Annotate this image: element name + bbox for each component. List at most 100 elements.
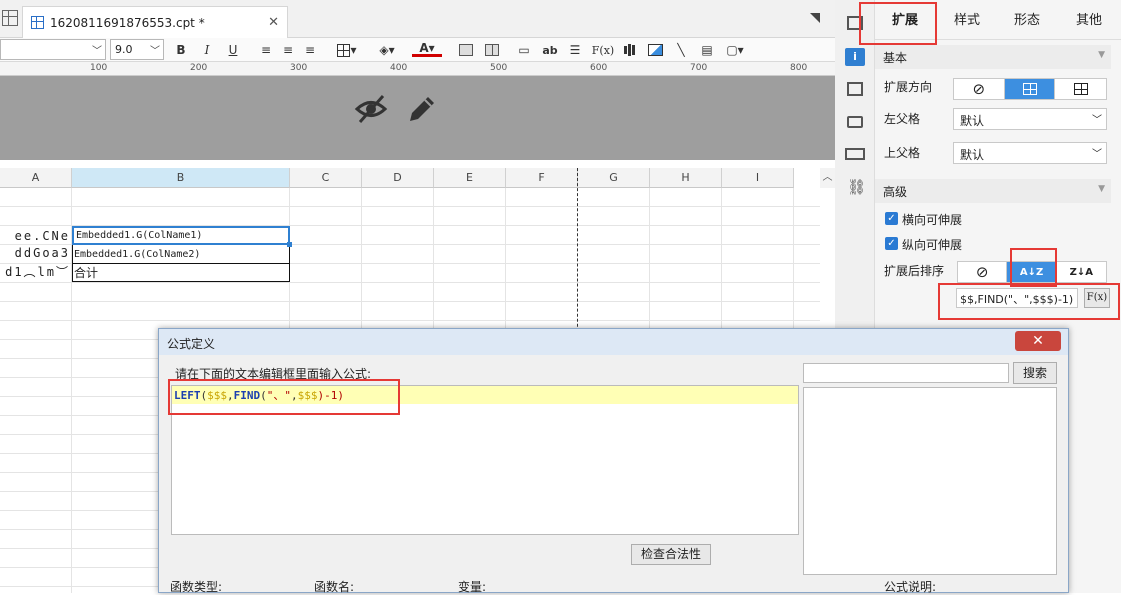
column-header-e[interactable]: E: [434, 168, 506, 188]
tab-menu-icon[interactable]: [810, 12, 820, 26]
chart-icon[interactable]: [620, 41, 638, 59]
ruler-tick: 400: [390, 63, 408, 73]
no-sort-icon[interactable]: ⊘: [958, 262, 1008, 282]
underline-button[interactable]: U: [226, 41, 240, 59]
ruler-tick: 300: [290, 63, 308, 73]
preview-gap: [0, 160, 835, 168]
search-button[interactable]: 搜索: [1013, 362, 1057, 384]
condition-icon[interactable]: [847, 116, 863, 128]
align-right-icon[interactable]: ≡: [302, 41, 318, 59]
border-icon[interactable]: ▾: [334, 41, 360, 59]
font-color-icon[interactable]: A▾: [412, 41, 442, 57]
cell-a1[interactable]: ee.CNe: [0, 229, 72, 246]
widget-settings-icon[interactable]: [847, 82, 863, 96]
no-expand-icon[interactable]: ⊘: [954, 79, 1005, 99]
unmerge-cells-icon[interactable]: [484, 41, 500, 59]
align-left-icon[interactable]: ≡: [258, 41, 274, 59]
column-header-d[interactable]: D: [362, 168, 434, 188]
dialog-title: 公式定义: [167, 337, 216, 351]
column-header-b[interactable]: B: [72, 168, 290, 188]
edit-pencil-icon[interactable]: [404, 92, 438, 126]
report-icon[interactable]: ▤: [698, 41, 716, 59]
slash-icon[interactable]: ╲: [672, 41, 690, 59]
horizontal-extend-label: 横向可伸展: [902, 213, 963, 227]
tab-style[interactable]: 样式: [937, 8, 997, 34]
variable-label: 变量:: [458, 580, 487, 594]
horizontal-extend-checkbox[interactable]: ✓: [885, 212, 898, 225]
ruler-tick: 800: [790, 63, 808, 73]
horizontal-expand-icon[interactable]: [1055, 79, 1106, 99]
column-header-a[interactable]: A: [0, 168, 72, 188]
format-toolbar: ﹀ 9.0 ﹀ B I U ≡ ≡ ≡ ▾ ◈▾ A▾ ▭ ab ☰ F(x) …: [0, 38, 835, 62]
widget-icon[interactable]: ▢▾: [722, 41, 748, 59]
fill-color-icon[interactable]: ◈▾: [374, 41, 400, 59]
section-advanced-title: 高级: [883, 185, 908, 199]
hyperlink-list-icon[interactable]: [845, 148, 865, 160]
font-family-select[interactable]: ﹀: [0, 39, 106, 60]
function-type-label: 函数类型:: [170, 580, 223, 594]
column-header-i[interactable]: I: [722, 168, 794, 188]
document-tab-title: 1620811691876553.cpt *: [50, 15, 205, 30]
tab-other[interactable]: 其他: [1059, 8, 1119, 34]
bold-button[interactable]: B: [174, 41, 188, 59]
font-size-select[interactable]: 9.0 ﹀: [110, 39, 164, 60]
vertical-expand-icon[interactable]: [1004, 79, 1056, 99]
document-tab-bar: 1620811691876553.cpt * ✕: [0, 0, 835, 38]
cell-b3[interactable]: 合计: [74, 265, 288, 281]
paragraph-icon[interactable]: ☰: [566, 41, 584, 59]
column-header-f[interactable]: F: [506, 168, 578, 188]
template-file-icon: [31, 16, 44, 29]
cell-attribute-icon[interactable]: i: [845, 48, 865, 66]
align-center-icon[interactable]: ≡: [280, 41, 296, 59]
scroll-up-arrow[interactable]: ︿: [820, 168, 835, 188]
insert-line-icon[interactable]: ▭: [516, 41, 532, 59]
highlight-sort-formula: [938, 283, 1120, 320]
sheet-grid-icon[interactable]: [2, 10, 18, 26]
cell-a2[interactable]: ddGoa3: [0, 246, 72, 263]
expand-direction-label: 扩展方向: [884, 80, 933, 94]
left-parent-select[interactable]: 默认 ﹀: [953, 108, 1107, 130]
dialog-title-bar[interactable]: 公式定义 ✕: [159, 329, 1068, 355]
cell-resize-handle[interactable]: [287, 242, 292, 247]
top-parent-value: 默认: [960, 148, 985, 162]
vertical-extend-label: 纵向可伸展: [902, 238, 963, 252]
section-basic-header[interactable]: 基本 ▼: [875, 45, 1111, 69]
collapse-icon: ▼: [1098, 50, 1105, 60]
cell-b1[interactable]: Embedded1.G(ColName1): [72, 226, 290, 245]
merge-cells-icon[interactable]: [458, 41, 474, 59]
column-header-h[interactable]: H: [650, 168, 722, 188]
highlight-sort-ascending: [1010, 248, 1057, 287]
ruler-tick: 500: [490, 63, 508, 73]
horizontal-ruler: 100 200 300 400 500 600 700 800: [0, 62, 835, 76]
chevron-down-icon: ﹀: [92, 46, 102, 57]
link-icon[interactable]: ⛓: [847, 178, 866, 196]
vertical-extend-checkbox[interactable]: ✓: [885, 237, 898, 250]
eye-off-icon[interactable]: [354, 92, 388, 126]
image-icon[interactable]: [646, 41, 664, 59]
column-header-g[interactable]: G: [578, 168, 650, 188]
sort-descending-icon[interactable]: Z↓A: [1057, 262, 1106, 282]
dialog-close-button[interactable]: ✕: [1015, 331, 1061, 351]
formula-definition-dialog: 公式定义 ✕ 请在下面的文本编辑框里面输入公式: LEFT($$$,FIND("…: [158, 328, 1069, 594]
section-advanced-header[interactable]: 高级 ▼: [875, 179, 1111, 203]
chevron-down-icon: ﹀: [1092, 149, 1102, 160]
document-tab[interactable]: 1620811691876553.cpt * ✕: [22, 6, 288, 38]
function-search-input[interactable]: [803, 363, 1009, 383]
ruler-tick: 600: [590, 63, 608, 73]
highlight-formula: [168, 379, 400, 415]
expand-direction-segmented: ⊘: [953, 78, 1107, 100]
top-parent-select[interactable]: 默认 ﹀: [953, 142, 1107, 164]
check-validity-button[interactable]: 检查合法性: [631, 544, 711, 565]
font-size-value: 9.0: [115, 43, 133, 56]
italic-button[interactable]: I: [200, 41, 214, 59]
highlight-expand-tab: [859, 2, 937, 45]
formula-description-label: 公式说明:: [884, 580, 937, 594]
cell-b2[interactable]: Embedded1.G(ColName2): [74, 248, 288, 263]
formula-icon[interactable]: F(x): [592, 41, 614, 59]
cell-a3[interactable]: d1︵lm︶: [0, 263, 72, 280]
close-tab-icon[interactable]: ✕: [268, 15, 279, 30]
ruler-tick: 100: [90, 63, 108, 73]
tab-form[interactable]: 形态: [997, 8, 1057, 34]
column-header-c[interactable]: C: [290, 168, 362, 188]
text-icon[interactable]: ab: [540, 41, 560, 59]
